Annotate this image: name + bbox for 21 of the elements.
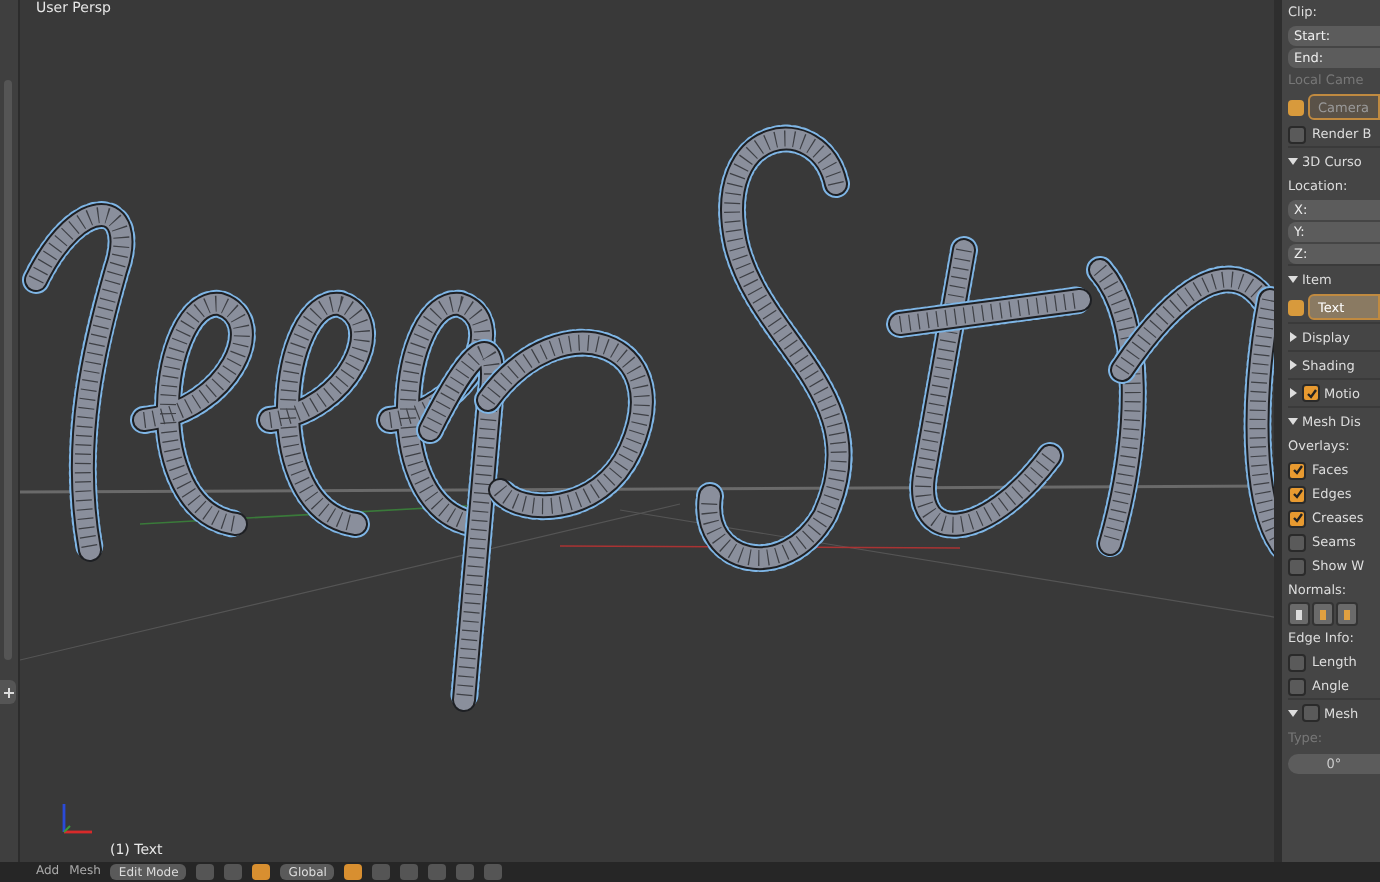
normals-icon[interactable] (1288, 602, 1310, 626)
collapsed-triangle-icon[interactable] (1288, 360, 1298, 370)
checkbox[interactable] (1288, 557, 1306, 575)
plus-icon[interactable] (3, 687, 13, 697)
normals-icon[interactable] (1336, 602, 1358, 626)
expanded-triangle-icon[interactable] (1288, 708, 1298, 718)
checkbox[interactable] (1302, 384, 1320, 402)
checkbox[interactable] (1288, 485, 1306, 503)
expanded-triangle-icon[interactable] (1288, 416, 1298, 426)
collapsed-triangle-icon[interactable] (1288, 388, 1298, 398)
expanded-triangle-icon[interactable] (1288, 156, 1298, 166)
checkbox[interactable] (1288, 533, 1306, 551)
collapsed-triangle-icon[interactable] (1288, 332, 1298, 342)
expanded-triangle-icon[interactable] (1288, 274, 1298, 284)
checkbox[interactable] (1288, 677, 1306, 695)
checkbox[interactable] (1288, 461, 1306, 479)
checkbox[interactable] (1288, 653, 1306, 671)
checkbox[interactable] (1288, 509, 1306, 527)
normals-icon[interactable] (1312, 602, 1334, 626)
checkbox[interactable] (1288, 125, 1306, 143)
checkbox[interactable] (1302, 704, 1320, 722)
